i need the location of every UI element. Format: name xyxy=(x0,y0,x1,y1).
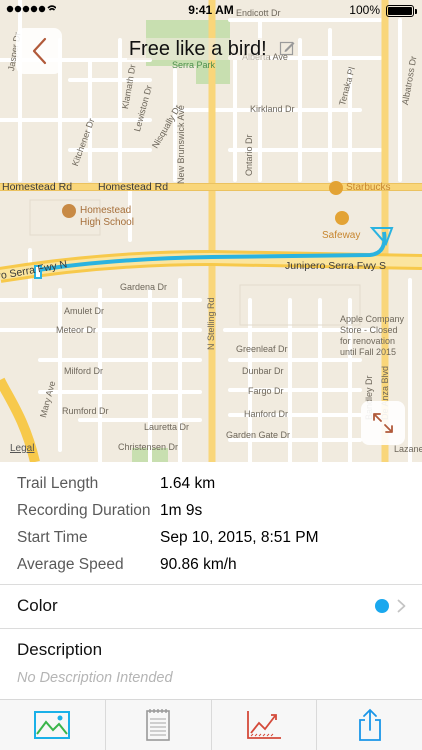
map-label-serra-park: Serra Park xyxy=(172,60,216,70)
trail-stats: Trail Length 1.64 km Recording Duration … xyxy=(0,470,422,578)
stat-value: 90.86 km/h xyxy=(160,555,237,573)
map-label-n-stelling: N Stelling Rd xyxy=(206,297,216,350)
stat-label: Trail Length xyxy=(17,474,99,492)
trail-map[interactable]: Serra Park Endicott Dr Alberta Ave Kirkl… xyxy=(0,0,422,462)
map-label-gardena: Gardena Dr xyxy=(120,282,168,292)
map-label-junipero-right: Junipero Serra Fwy S xyxy=(285,260,386,272)
battery-percentage: 100% xyxy=(349,3,380,17)
stat-row-recording-duration: Recording Duration 1m 9s xyxy=(0,497,422,524)
expand-map-button[interactable] xyxy=(361,401,405,445)
stat-row-start-time: Start Time Sep 10, 2015, 8:51 PM xyxy=(0,524,422,551)
map-label-homestead-school: Homestead High School xyxy=(80,205,134,228)
map-label-fargo: Fargo Dr xyxy=(248,386,284,396)
grocery-icon xyxy=(335,211,349,225)
map-label-lauretta: Lauretta Dr xyxy=(144,422,190,432)
expand-arrows-icon xyxy=(373,413,393,433)
description-heading: Description xyxy=(17,640,103,659)
stat-row-average-speed: Average Speed 90.86 km/h xyxy=(0,551,422,578)
stat-row-trail-length: Trail Length 1.64 km xyxy=(0,470,422,497)
trail-title[interactable]: Free like a bird! xyxy=(126,38,269,60)
cafe-icon xyxy=(329,181,343,195)
tab-map[interactable] xyxy=(0,700,106,750)
map-label-hanford: Hanford Dr xyxy=(244,409,289,419)
map-label-amulet: Amulet Dr xyxy=(64,306,105,316)
battery-icon xyxy=(386,5,417,17)
line-chart-icon xyxy=(246,711,281,739)
tab-chart[interactable] xyxy=(212,700,318,750)
map-label-meteor: Meteor Dr xyxy=(56,325,97,335)
tab-notes[interactable] xyxy=(106,700,212,750)
stat-label: Average Speed xyxy=(17,555,124,573)
edit-pencil-icon[interactable] xyxy=(279,40,295,61)
divider xyxy=(0,628,422,629)
stat-value: 1.64 km xyxy=(160,474,216,492)
school-icon xyxy=(62,204,76,218)
tab-share[interactable] xyxy=(317,700,422,750)
status-bar: 9:41 AM 100% xyxy=(0,0,422,20)
title-bar: Free like a bird! xyxy=(0,38,422,61)
color-label: Color xyxy=(17,596,58,615)
stat-label: Recording Duration xyxy=(17,501,151,519)
map-label-greenleaf: Greenleaf Dr xyxy=(236,344,288,354)
share-icon xyxy=(358,708,381,741)
tab-bar xyxy=(0,699,422,750)
map-label-starbucks: Starbucks xyxy=(346,182,391,193)
legal-link[interactable]: Legal xyxy=(10,443,34,454)
map-label-ontario: Ontario Dr xyxy=(244,134,254,176)
landscape-map-icon xyxy=(34,711,71,739)
chevron-right-icon xyxy=(397,599,406,613)
color-setting-row[interactable]: Color xyxy=(0,585,422,627)
map-label-garden-gate: Garden Gate Dr xyxy=(226,430,291,440)
stat-value: Sep 10, 2015, 8:51 PM xyxy=(160,528,319,546)
stat-label: Start Time xyxy=(17,528,88,546)
stat-value: 1m 9s xyxy=(160,501,203,519)
map-label-homestead-left: Homestead Rd xyxy=(2,181,73,193)
map-label-homestead-right: Homestead Rd xyxy=(98,181,169,193)
notepad-icon xyxy=(146,709,170,741)
color-swatch xyxy=(375,599,389,613)
map-label-rumford: Rumford Dr xyxy=(62,406,109,416)
map-label-christensen: Christensen Dr xyxy=(118,442,179,452)
description-text[interactable]: No Description Intended xyxy=(17,670,173,686)
map-label-dunbar: Dunbar Dr xyxy=(242,366,284,376)
map-label-milford: Milford Dr xyxy=(64,366,104,376)
map-label-kirkland: Kirkland Dr xyxy=(250,104,295,114)
map-label-lazaneo: Lazane xyxy=(394,444,422,454)
map-label-apple-store: Apple Company Store - Closed for renovat… xyxy=(340,314,405,357)
map-label-safeway: Safeway xyxy=(322,230,361,241)
